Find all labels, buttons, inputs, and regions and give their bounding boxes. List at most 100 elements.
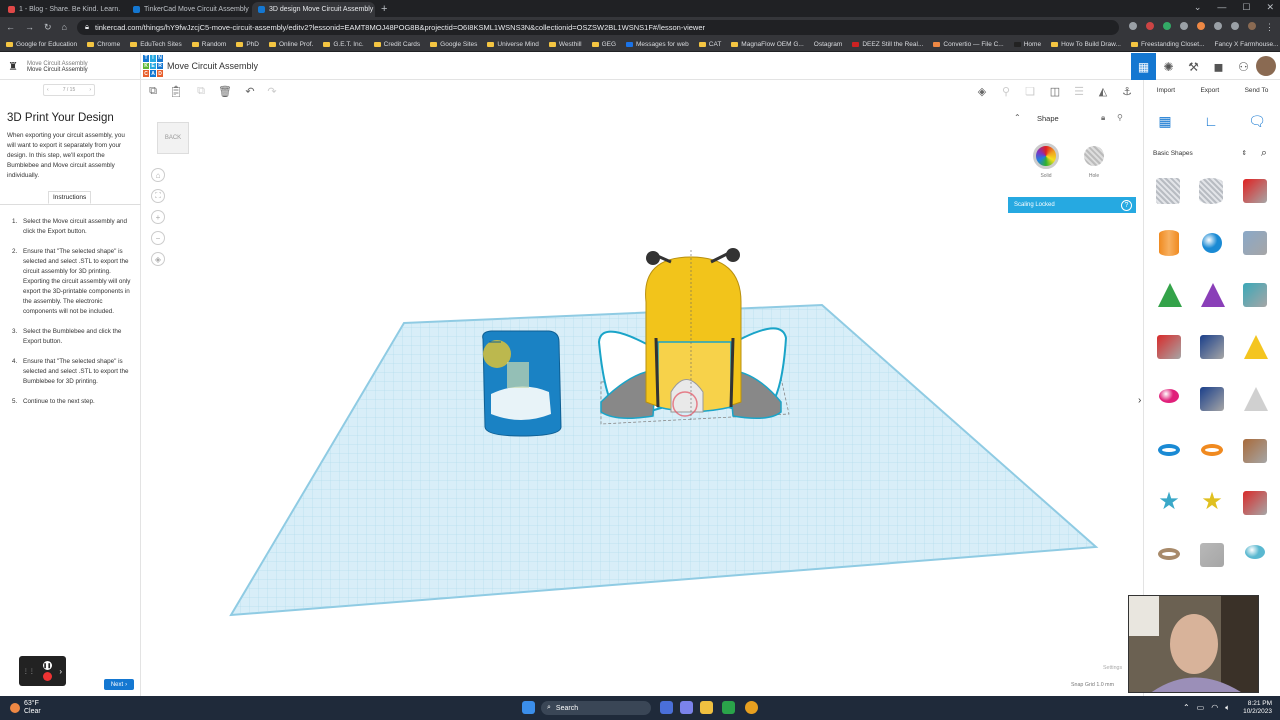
chevron-right-icon[interactable]: › (59, 667, 62, 676)
light-icon[interactable]: ⚲ (999, 84, 1013, 98)
shape-box-hole[interactable] (1154, 176, 1184, 206)
chevron-up-icon[interactable]: ⌃ (1014, 113, 1021, 122)
file-explorer-icon[interactable] (700, 701, 713, 714)
chrome-icon[interactable] (745, 701, 758, 714)
taskbar-search[interactable]: ⌕ Search (541, 701, 651, 715)
chevron-left-icon[interactable]: ‹ (47, 87, 49, 93)
trash-icon[interactable]: 🗑︎ (218, 84, 232, 98)
bookmark[interactable]: Convertio — File C... (933, 41, 1004, 48)
shape-tube[interactable] (1197, 436, 1227, 466)
view-cube[interactable]: BACK (157, 122, 189, 154)
add-user-icon[interactable]: ⚇ (1231, 53, 1256, 80)
volume-icon[interactable]: 🔈︎ (1225, 703, 1230, 713)
bookmark[interactable]: Home (1013, 41, 1041, 48)
shape-polygon[interactable] (1197, 384, 1227, 414)
ruler-icon[interactable]: ∟ (1200, 111, 1222, 131)
import-button[interactable]: Import (1157, 87, 1175, 94)
project-title[interactable]: Move Circuit Assembly (167, 61, 258, 71)
3d-design-view-icon[interactable]: ▦ (1131, 53, 1156, 80)
bookmark[interactable]: Random (191, 41, 226, 48)
bookmark[interactable]: PhD (236, 41, 259, 48)
fit-view-icon[interactable]: ⛶ (151, 189, 165, 203)
back-arrow-icon[interactable]: ← (6, 22, 15, 32)
extension-icon[interactable] (1231, 21, 1239, 30)
extension-icon[interactable] (1129, 21, 1137, 30)
chevron-right-icon[interactable]: › (89, 87, 91, 93)
bookmark[interactable]: Google Sites (430, 41, 477, 48)
drag-handle-icon[interactable]: ⋮⋮ (23, 668, 35, 675)
shape-ring[interactable] (1154, 540, 1184, 570)
bookmark[interactable]: Fancy X Farmhouse... (1215, 41, 1279, 48)
shape-sphere[interactable] (1197, 228, 1227, 258)
browser-tab[interactable]: 1 - Blog - Share. Be Kind. Learn.✕ (2, 2, 125, 17)
search-icon[interactable]: ⌕ (1256, 145, 1272, 161)
profile-avatar[interactable] (1248, 21, 1256, 30)
duplicate-icon[interactable]: ⧉ (194, 84, 208, 98)
teams-icon[interactable] (680, 701, 693, 714)
bookmark[interactable]: Google for Education (6, 41, 77, 48)
snap-grid[interactable]: Snap Grid 1.0 mm (1071, 682, 1114, 688)
redo-icon[interactable]: ↷ (265, 84, 279, 98)
shape-shape-generator[interactable] (1240, 436, 1270, 466)
display-icon[interactable]: ▭ (1197, 703, 1205, 713)
group-icon[interactable]: ❏ (1023, 84, 1037, 98)
bookmark[interactable]: Ostagram (814, 41, 843, 48)
mirror-icon[interactable]: ◭ (1096, 84, 1110, 98)
extension-icon[interactable] (1180, 21, 1188, 30)
extension-icon[interactable] (1163, 21, 1171, 30)
shape-text[interactable] (1154, 332, 1184, 362)
shape-ellipsoid[interactable] (1240, 540, 1270, 570)
shape-torus[interactable] (1154, 436, 1184, 466)
bookmark[interactable]: G.E.T. Inc. (323, 41, 364, 48)
paste-icon[interactable]: 📋︎ (169, 84, 183, 98)
bookmark[interactable]: Messages for web (626, 41, 689, 48)
shape-cylinder[interactable] (1154, 228, 1184, 258)
shape-wedge[interactable] (1197, 332, 1227, 362)
wifi-icon[interactable]: ◠ (1211, 703, 1218, 713)
shape-roof[interactable] (1154, 280, 1184, 310)
bookmark[interactable]: Universe Mind (487, 41, 539, 48)
shape-star-gold[interactable]: ★ (1197, 488, 1227, 518)
lock-icon[interactable]: 🔒︎ (1101, 113, 1105, 123)
notes-icon[interactable]: 🗨︎ (1246, 111, 1268, 131)
minimize-icon[interactable]: — (1217, 2, 1226, 13)
extension-icon[interactable] (1146, 21, 1154, 30)
workplane-canvas[interactable]: BACK ⌂ ⛶ + − ◈ ⌃ Shape 🔒︎ ⚲ Solid Hole S… (141, 102, 1143, 696)
zoom-out-icon[interactable]: − (151, 231, 165, 245)
bookmark[interactable]: DEEZ Still the Real... (852, 41, 923, 48)
bookmark[interactable]: How To Build Draw... (1051, 41, 1121, 48)
zoom-in-icon[interactable]: + (151, 210, 165, 224)
windows-start-icon[interactable] (522, 701, 535, 714)
bookmark[interactable]: Chrome (87, 41, 120, 48)
pause-icon[interactable]: ❚❚ (42, 661, 52, 670)
avatar[interactable] (1256, 56, 1276, 76)
shape-round-roof[interactable] (1240, 280, 1270, 310)
bookmark[interactable]: Freestanding Closet... (1130, 41, 1205, 48)
sim-lab-icon[interactable]: ✺ (1156, 53, 1181, 80)
bookmark[interactable]: MagnaFlow OEM G... (731, 41, 804, 48)
weather-widget[interactable]: 63°F Clear (10, 700, 41, 716)
shape-cone[interactable] (1197, 280, 1227, 310)
record-icon[interactable] (42, 672, 52, 681)
hole-swatch[interactable] (1084, 146, 1104, 166)
bookmark[interactable]: Westhill (548, 41, 582, 48)
bricks-icon[interactable]: ◼ (1206, 53, 1231, 80)
shape-icosahedron[interactable] (1240, 488, 1270, 518)
solid-color-swatch[interactable] (1033, 143, 1059, 169)
shape-paraboloid[interactable] (1240, 384, 1270, 414)
bookmark[interactable]: EduTech Sites (130, 41, 182, 48)
align-icon[interactable]: ☰ (1072, 84, 1086, 98)
extension-icon[interactable] (1197, 21, 1205, 30)
ungroup-icon[interactable]: ◫ (1048, 84, 1062, 98)
shape-pyramid[interactable] (1240, 332, 1270, 362)
workplane-icon[interactable]: ▦ (1154, 111, 1176, 131)
shape-box[interactable] (1240, 176, 1270, 206)
shape-cylinder-hole[interactable] (1197, 176, 1227, 206)
close-tab-icon[interactable]: ✕ (124, 5, 125, 14)
shape-scribble[interactable] (1240, 228, 1270, 258)
light-bulb-icon[interactable]: ⚲ (1117, 113, 1123, 122)
shape-star[interactable]: ★ (1154, 488, 1184, 518)
circuit-assembly-shape[interactable] (482, 330, 562, 437)
chevron-up-icon[interactable]: ⌃ (1183, 703, 1190, 713)
blocks-icon[interactable]: ⚒ (1181, 53, 1206, 80)
